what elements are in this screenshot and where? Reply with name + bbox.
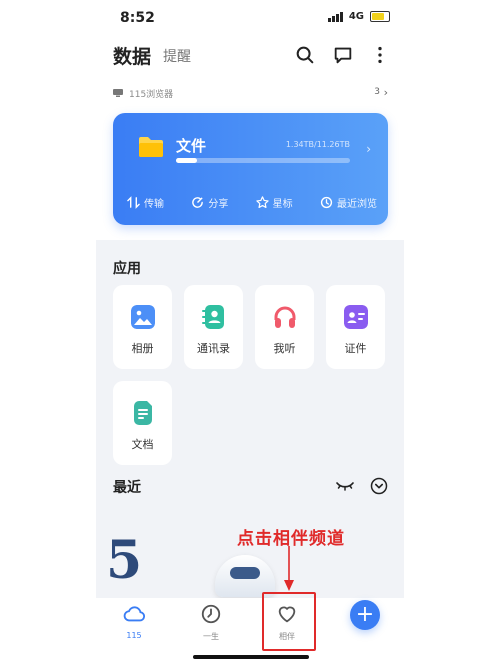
add-button[interactable]: + xyxy=(350,600,380,630)
status-time: 8:52 xyxy=(120,10,155,26)
signal-icon xyxy=(327,11,343,22)
app-album[interactable]: 相册 xyxy=(113,285,172,369)
app-listen[interactable]: 我听 xyxy=(255,285,314,369)
annotation-arrow-icon xyxy=(284,546,294,591)
status-indicators: 4G xyxy=(327,11,390,22)
storage-progress xyxy=(176,158,350,163)
contacts-icon xyxy=(202,305,224,329)
storage-progress-fill xyxy=(176,158,197,163)
share-icon xyxy=(192,197,204,208)
status-bar: 8:52 4G xyxy=(0,0,500,36)
star-button[interactable]: 星标 xyxy=(255,195,293,210)
share-label: 分享 xyxy=(208,199,229,210)
transfer-icon xyxy=(127,196,140,209)
headphones-icon xyxy=(274,306,296,328)
home-indicator xyxy=(193,655,309,659)
battery-icon xyxy=(370,11,390,22)
recent-section-title: 最近 xyxy=(113,480,141,496)
device-row[interactable]: 115浏览器 3 › xyxy=(113,86,388,101)
history-icon xyxy=(320,196,333,209)
device-label: 115浏览器 xyxy=(129,90,174,100)
nav-item-115[interactable]: 115 xyxy=(114,603,154,647)
recent-browse-label: 最近浏览 xyxy=(336,199,377,210)
nav-label: 115 xyxy=(126,631,142,640)
eye-closed-icon[interactable] xyxy=(335,477,355,493)
app-documents-id[interactable]: 证件 xyxy=(326,285,385,369)
more-vertical-icon[interactable] xyxy=(369,44,391,66)
transfer-label: 传输 xyxy=(144,199,164,210)
chevron-right-icon: › xyxy=(366,142,371,156)
files-card[interactable]: 文件 1.34TB/11.26TB › 传输 分享 星标 最近浏览 xyxy=(113,113,388,225)
folder-icon xyxy=(139,137,163,157)
nav-item-lifetime[interactable]: 一生 xyxy=(191,603,231,647)
app-label: 我听 xyxy=(273,342,296,355)
app-label: 文档 xyxy=(131,438,154,451)
device-count: 3 xyxy=(374,87,380,97)
star-label: 星标 xyxy=(272,199,293,210)
tab-reminders[interactable]: 提醒 xyxy=(163,46,191,66)
star-icon xyxy=(255,196,269,209)
monitor-icon xyxy=(113,89,123,97)
apps-section-title: 应用 xyxy=(113,261,141,277)
recent-browse-button[interactable]: 最近浏览 xyxy=(320,195,377,210)
id-card-icon xyxy=(344,305,368,329)
app-contacts[interactable]: 通讯录 xyxy=(184,285,243,369)
storage-usage: 1.34TB/11.26TB xyxy=(285,140,350,149)
transfer-button[interactable]: 传输 xyxy=(127,195,164,210)
share-button[interactable]: 分享 xyxy=(191,195,228,210)
chevron-down-circle-icon[interactable] xyxy=(370,477,388,495)
page-title[interactable]: 数据 xyxy=(113,42,151,69)
app-docs[interactable]: 文档 xyxy=(113,381,172,465)
file-actions: 传输 分享 星标 最近浏览 xyxy=(127,195,377,210)
clock-icon xyxy=(201,604,221,624)
document-icon xyxy=(134,401,152,425)
nav-label: 一生 xyxy=(203,632,219,641)
annotation-highlight-box xyxy=(262,592,316,651)
search-icon[interactable] xyxy=(294,44,316,66)
app-label: 相册 xyxy=(131,342,154,355)
app-label: 证件 xyxy=(344,342,367,355)
network-label: 4G xyxy=(348,11,364,22)
cloud-icon xyxy=(123,606,145,622)
message-icon[interactable] xyxy=(332,44,354,66)
files-title: 文件 xyxy=(176,137,207,155)
banner-numeral: 5 xyxy=(106,530,143,591)
app-label: 通讯录 xyxy=(197,342,230,355)
chevron-right-icon: › xyxy=(383,86,388,99)
page-header: 数据 提醒 xyxy=(0,36,500,76)
photo-icon xyxy=(131,305,155,329)
